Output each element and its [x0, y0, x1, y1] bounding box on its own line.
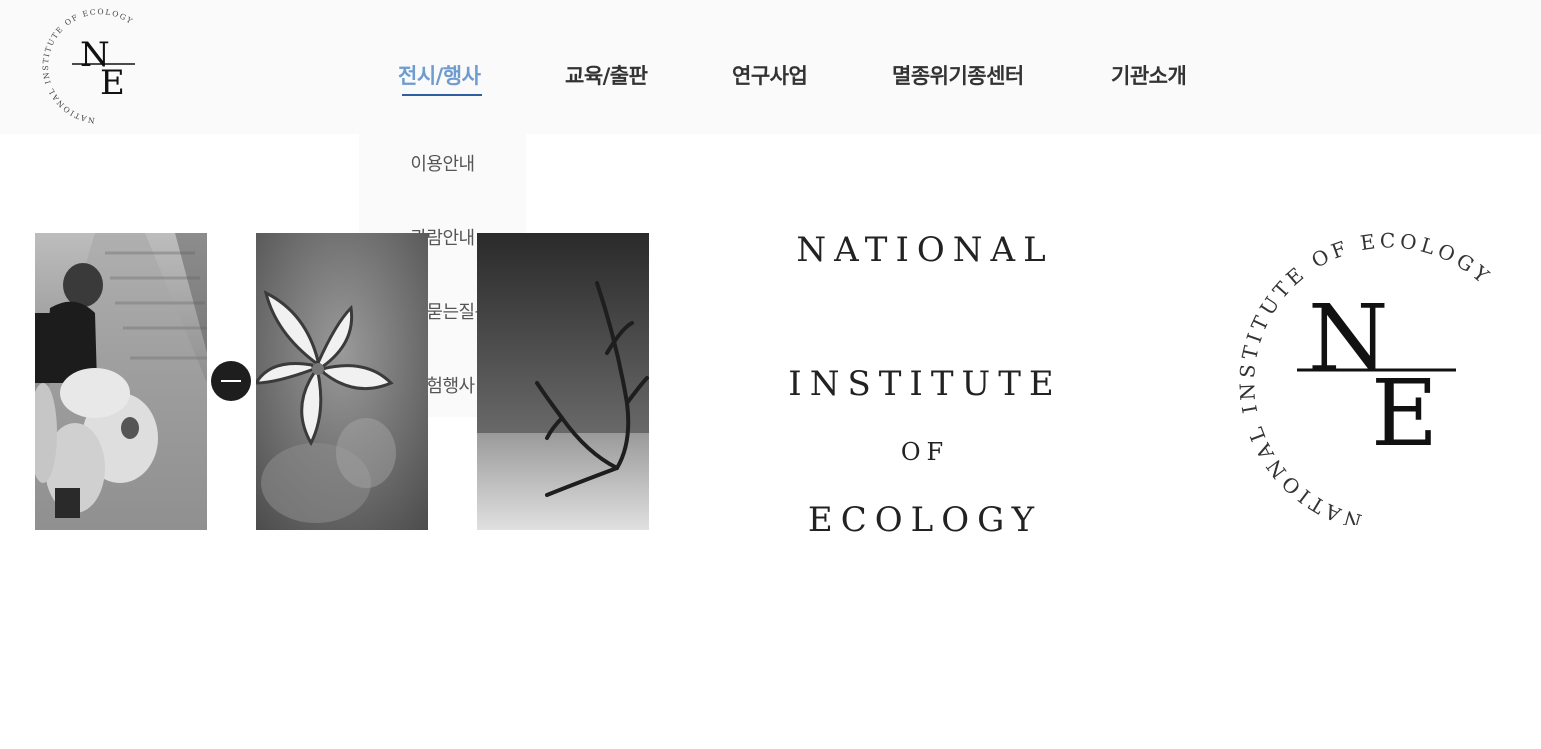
- dropdown-item-usage-guide[interactable]: 이용안내: [359, 150, 526, 176]
- main-nav: 전시/행사 교육/출판 연구사업 멸종위기종센터 기관소개: [0, 60, 1541, 100]
- child-with-teddy-bear-photo: [35, 233, 207, 530]
- nav-item-about[interactable]: 기관소개: [1111, 60, 1187, 90]
- title-ecology: ECOLOGY: [807, 500, 1043, 540]
- minus-icon[interactable]: [211, 361, 251, 401]
- emblem-monogram-e: E: [1371, 360, 1438, 467]
- flower-photo: [256, 233, 428, 530]
- nav-item-exhibition-events[interactable]: 전시/행사: [398, 60, 481, 90]
- title-institute: INSTITUTE: [788, 364, 1062, 404]
- nav-item-research[interactable]: 연구사업: [732, 60, 808, 90]
- nav-item-education-publishing[interactable]: 교육/출판: [565, 60, 648, 90]
- nav-item-endangered-species-center[interactable]: 멸종위기종센터: [892, 60, 1024, 90]
- institute-emblem: NATIONAL INSTITUTE OF ECOLOGY N E: [1235, 229, 1493, 525]
- title-of: OF: [900, 438, 950, 466]
- active-nav-underline: [402, 94, 482, 96]
- site-header: NATIONAL INSTITUTE OF ECOLOGY N E 전시/행사 …: [0, 0, 1541, 134]
- dead-tree-branch-photo: [477, 233, 649, 530]
- title-national: NATIONAL: [796, 230, 1054, 270]
